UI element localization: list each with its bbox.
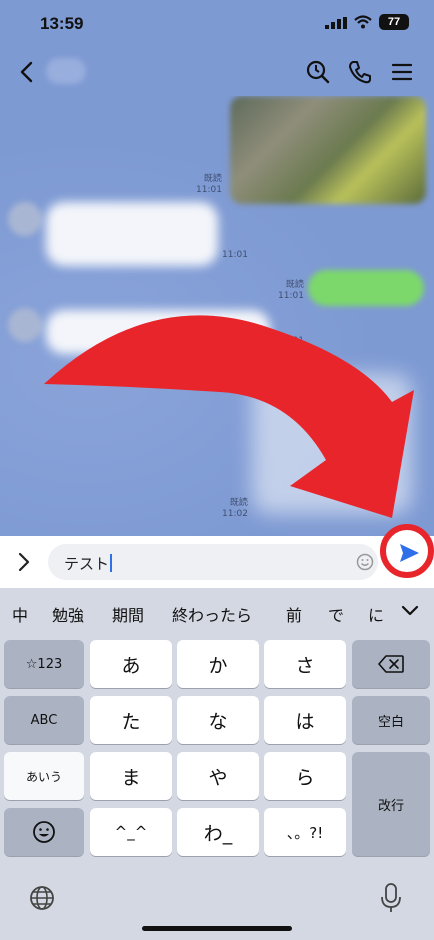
chat-area[interactable]: 既読11:01 11:01 既読11:01 11:01 既読11:02 [0, 96, 434, 536]
key-backspace[interactable] [352, 640, 430, 688]
chat-header [0, 48, 434, 96]
emoji-face-icon [33, 821, 55, 843]
microphone-icon[interactable] [380, 882, 402, 914]
annotation-circle [380, 524, 434, 578]
emoji-icon[interactable] [356, 553, 374, 571]
send-icon[interactable] [398, 542, 420, 564]
battery-indicator: 77 [379, 14, 409, 30]
back-chevron-icon[interactable] [14, 58, 42, 86]
key-ma[interactable]: ま [90, 752, 172, 800]
key-ra[interactable]: ら [264, 752, 346, 800]
message-input-bar: テスト [0, 536, 434, 588]
message-input-text: テスト [64, 555, 110, 573]
chevron-down-icon[interactable] [400, 602, 420, 620]
text-caret [110, 554, 113, 572]
wifi-icon [354, 15, 372, 29]
suggestion-item[interactable]: で [328, 602, 344, 626]
suggestion-item[interactable]: 勉強 [52, 602, 84, 626]
key-symbols[interactable]: ☆123 [4, 640, 84, 688]
japanese-keyboard: ☆123 ABC あいう あ か さ た な は ま や ら ^_^ わ_ 、。… [0, 636, 434, 940]
key-abc[interactable]: ABC [4, 696, 84, 744]
suggestion-item[interactable]: 中 [12, 602, 28, 626]
key-a[interactable]: あ [90, 640, 172, 688]
prediction-bar: 中 勉強 期間 終わったら 前 で に [0, 588, 434, 636]
annotation-arrow [44, 315, 414, 518]
contact-name-blurred[interactable] [46, 58, 86, 84]
status-time: 13:59 [40, 14, 84, 33]
key-na[interactable]: な [177, 696, 259, 744]
key-emoji[interactable] [4, 808, 84, 856]
phone-icon[interactable] [346, 58, 374, 86]
key-ya[interactable]: や [177, 752, 259, 800]
backspace-icon [378, 655, 404, 673]
key-sa[interactable]: さ [264, 640, 346, 688]
chevron-right-icon[interactable] [12, 550, 36, 574]
suggestion-item[interactable]: に [368, 602, 384, 626]
key-punctuation[interactable]: 、。?! [264, 808, 346, 856]
menu-icon[interactable] [388, 58, 416, 86]
status-bar: 13:59 77 [0, 0, 434, 48]
suggestion-item[interactable]: 終わったら [172, 602, 252, 626]
key-ha[interactable]: は [264, 696, 346, 744]
key-return[interactable]: 改行 [352, 752, 430, 856]
search-icon[interactable] [304, 58, 332, 86]
key-wa[interactable]: わ_ [177, 808, 259, 856]
message-input[interactable]: テスト [48, 544, 378, 580]
signal-icon [325, 17, 347, 29]
suggestion-item[interactable]: 期間 [112, 602, 144, 626]
key-kana[interactable]: あいう [4, 752, 84, 800]
key-space[interactable]: 空白 [352, 696, 430, 744]
globe-icon[interactable] [28, 884, 56, 912]
home-indicator [142, 926, 292, 931]
suggestion-item[interactable]: 前 [286, 602, 302, 626]
key-kaomoji[interactable]: ^_^ [90, 808, 172, 856]
key-ta[interactable]: た [90, 696, 172, 744]
key-ka[interactable]: か [177, 640, 259, 688]
